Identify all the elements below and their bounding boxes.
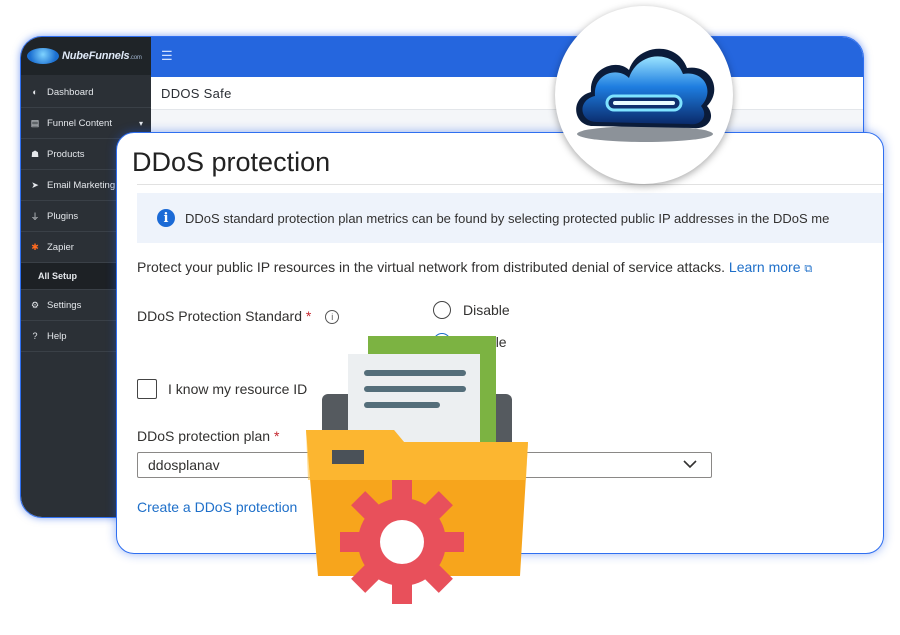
external-link-icon: ⧉ bbox=[804, 263, 813, 275]
products-icon: ☗ bbox=[30, 148, 40, 159]
brand-name: NubeFunnels bbox=[62, 50, 130, 62]
cloud-icon bbox=[576, 48, 715, 142]
chevron-down-icon: ▾ bbox=[138, 118, 143, 128]
radio-circle[interactable] bbox=[433, 301, 451, 319]
folder-gear-illustration bbox=[298, 330, 538, 615]
brand-suffix: .com bbox=[129, 55, 142, 61]
plug-icon: ⏚ bbox=[30, 211, 40, 222]
radio-disable[interactable]: Disable bbox=[433, 301, 510, 319]
sidebar-item-label: Plugins bbox=[47, 210, 79, 222]
sidebar-item-dashboard[interactable]: ◐ Dashboard bbox=[21, 77, 151, 108]
required-mark: * bbox=[273, 428, 280, 444]
info-banner: i DDoS standard protection plan metrics … bbox=[137, 193, 883, 243]
hamburger-icon[interactable]: ☰ bbox=[161, 48, 173, 64]
checkbox-label: I know my resource ID bbox=[168, 381, 308, 397]
document-icon: ▤ bbox=[30, 117, 40, 128]
top-bar: ☰ bbox=[151, 37, 863, 77]
ddos-standard-text: DDoS Protection Standard bbox=[137, 308, 302, 324]
panel-title: DDoS protection bbox=[132, 147, 331, 177]
brand-logo[interactable]: NubeFunnels.com bbox=[21, 37, 151, 75]
cloud-logo-icon bbox=[27, 48, 59, 64]
sidebar-item-label: Dashboard bbox=[47, 86, 94, 98]
info-circle-icon[interactable]: i bbox=[325, 310, 340, 325]
cloud-badge bbox=[555, 6, 733, 184]
resource-id-checkbox[interactable]: I know my resource ID bbox=[137, 379, 307, 399]
page-title: DDOS Safe bbox=[161, 86, 232, 101]
create-plan-link[interactable]: Create a DDoS protection bbox=[137, 499, 297, 515]
info-icon: i bbox=[157, 209, 175, 227]
sidebar-item-label: Email Marketing bbox=[47, 179, 116, 191]
plan-select-value: ddosplanav bbox=[148, 457, 220, 473]
protect-text: Protect your public IP resources in the … bbox=[137, 259, 726, 275]
learn-more-link[interactable]: Learn more bbox=[729, 259, 801, 275]
plan-label: DDoS protection plan * bbox=[137, 428, 279, 444]
ddos-standard-label: DDoS Protection Standard * i bbox=[137, 308, 340, 325]
sidebar-item-label: Products bbox=[47, 148, 85, 160]
chevron-down-icon bbox=[681, 455, 699, 476]
folder-gear-icon bbox=[306, 336, 528, 604]
gear-icon: ⚙ bbox=[30, 299, 40, 310]
plan-label-text: DDoS protection plan bbox=[137, 428, 271, 444]
sidebar-item-label: All Setup bbox=[38, 271, 78, 281]
dashboard-icon: ◐ bbox=[32, 87, 38, 97]
radio-disable-label: Disable bbox=[463, 302, 510, 318]
sidebar-item-label: Help bbox=[47, 330, 67, 342]
breadcrumb: DDOS Safe bbox=[151, 77, 863, 110]
required-mark: * bbox=[305, 308, 312, 324]
protect-description: Protect your public IP resources in the … bbox=[137, 259, 812, 276]
sidebar-item-label: Funnel Content bbox=[47, 117, 112, 129]
send-icon: ➤ bbox=[31, 179, 39, 190]
checkbox-box[interactable] bbox=[137, 379, 157, 399]
info-text: DDoS standard protection plan metrics ca… bbox=[185, 210, 830, 226]
zapier-icon: ✱ bbox=[31, 241, 39, 252]
sidebar-item-label: Settings bbox=[47, 299, 82, 311]
divider bbox=[137, 184, 883, 185]
help-icon: ? bbox=[32, 331, 38, 341]
sidebar-item-label: Zapier bbox=[47, 241, 74, 253]
